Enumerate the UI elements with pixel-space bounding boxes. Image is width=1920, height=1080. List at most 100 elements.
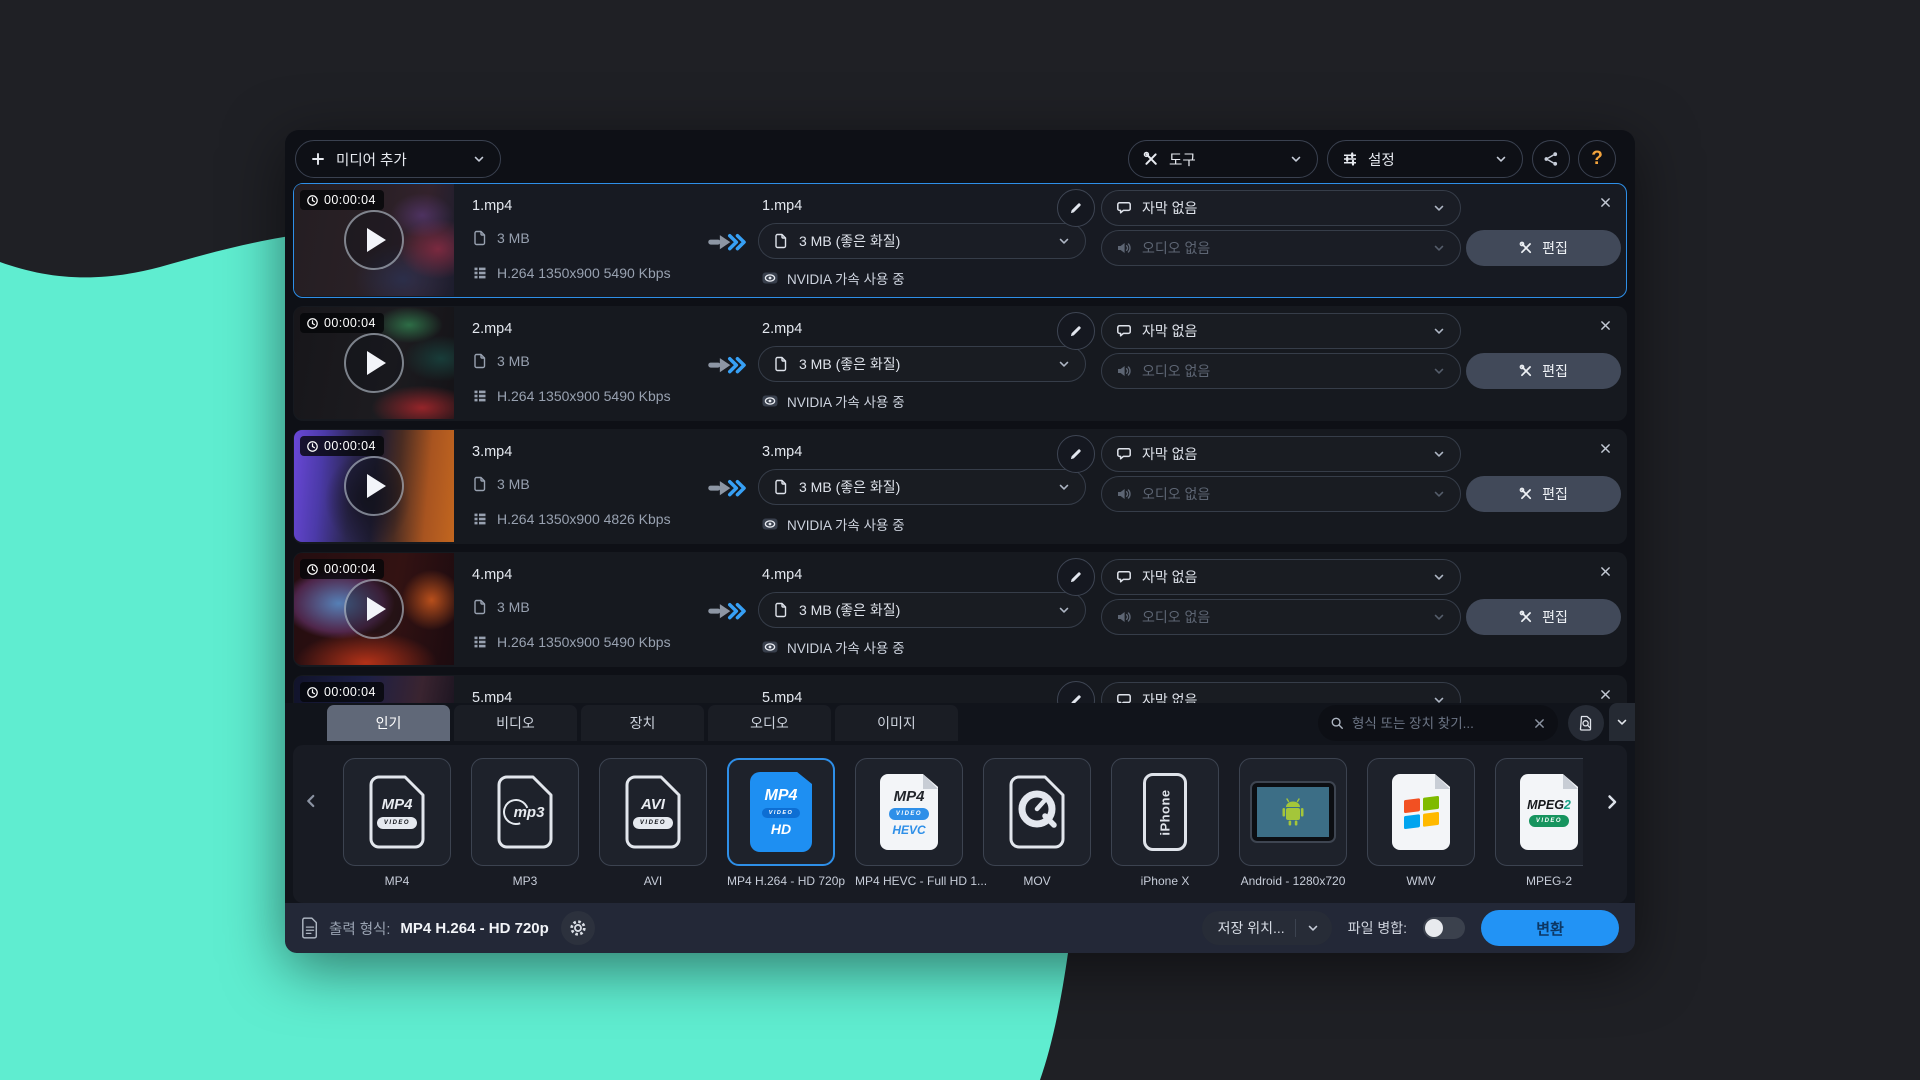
edit-button[interactable]: 편집 [1466,599,1621,635]
format-label: iPhone X [1111,874,1219,888]
rename-button[interactable] [1057,558,1095,596]
rename-button[interactable] [1057,435,1095,473]
pencil-icon [1069,201,1083,215]
file-icon [472,230,488,246]
close-row-button[interactable] [1596,439,1614,457]
format-card-mov[interactable]: MOV [983,758,1091,888]
close-row-button[interactable] [1596,193,1614,211]
audio-dropdown[interactable]: 오디오 없음 [1101,230,1461,266]
format-cards-viewport: MP4 VIDEO MP4 mp3 MP3 [329,745,1583,903]
format-label: MP4 HEVC - Full HD 1... [855,874,963,888]
subtitle-icon [1116,569,1132,585]
output-filename: 4.mp4 [762,567,802,583]
media-row[interactable]: 00:00:04 4.mp4 3 MB H.264 1350x900 5490 … [293,552,1627,667]
close-icon [1599,688,1612,701]
add-media-button[interactable]: 미디어 추가 [295,140,501,178]
chevron-down-icon [1494,152,1508,166]
play-button[interactable] [344,579,404,639]
format-card-android[interactable]: Android - 1280x720 [1239,758,1347,888]
play-button[interactable] [344,456,404,516]
close-row-button[interactable] [1596,685,1614,703]
format-card-avi[interactable]: AVI VIDEO AVI [599,758,707,888]
video-thumbnail[interactable]: 00:00:04 [294,676,454,703]
video-thumbnail[interactable]: 00:00:04 [294,553,454,665]
edit-button[interactable]: 편집 [1466,230,1621,266]
rename-button[interactable] [1057,681,1095,703]
format-icon-sub: VIDEO [889,808,929,820]
play-button[interactable] [344,333,404,393]
format-card-mpeg2[interactable]: MPEG2 VIDEO MPEG-2 [1495,758,1583,888]
gpu-acceleration-status: NVIDIA 가속 사용 중 [762,391,905,411]
chevron-down-icon [1057,234,1071,248]
video-thumbnail[interactable]: 00:00:04 [294,430,454,542]
source-filename: 5.mp4 [472,690,512,703]
output-settings-button[interactable] [561,911,595,945]
output-quality-dropdown[interactable]: 3 MB (좋은 화질) [758,223,1086,259]
scroll-left-button[interactable] [301,791,321,811]
tab-popular[interactable]: 인기 [327,705,450,741]
subtitle-dropdown[interactable]: 자막 없음 [1101,682,1461,703]
subtitle-dropdown[interactable]: 자막 없음 [1101,559,1461,595]
collapse-panel-button[interactable] [1609,703,1635,741]
format-preview-button[interactable] [1568,705,1604,741]
audio-dropdown[interactable]: 오디오 없음 [1101,476,1461,512]
edit-button[interactable]: 편집 [1466,476,1621,512]
help-button[interactable]: ? [1578,140,1616,178]
audio-dropdown[interactable]: 오디오 없음 [1101,599,1461,635]
play-button[interactable] [344,210,404,270]
clear-search-icon[interactable] [1533,717,1546,730]
format-card-mp4-hevc[interactable]: MP4 VIDEO HEVC MP4 HEVC - Full HD 1... [855,758,963,888]
format-strip: MP4 VIDEO MP4 mp3 MP3 [293,745,1627,903]
subtitle-dropdown[interactable]: 자막 없음 [1101,436,1461,472]
close-row-button[interactable] [1596,316,1614,334]
source-filename: 1.mp4 [472,198,512,214]
chevron-down-icon [1057,480,1071,494]
media-list: 00:00:04 1.mp4 3 MB H.264 1350x900 5490 … [293,183,1627,703]
tab-image[interactable]: 이미지 [835,705,958,741]
scroll-right-button[interactable] [1601,791,1623,813]
clock-icon [306,194,319,207]
media-row[interactable]: 00:00:04 3.mp4 3 MB H.264 1350x900 4826 … [293,429,1627,544]
settings-menu-button[interactable]: 설정 [1327,140,1523,178]
video-thumbnail[interactable]: 00:00:04 [294,184,454,296]
folded-corner [1563,774,1578,789]
share-button[interactable] [1532,140,1570,178]
media-row[interactable]: 00:00:04 1.mp4 3 MB H.264 1350x900 5490 … [293,183,1627,298]
duration-text: 00:00:04 [324,685,376,699]
output-quality-dropdown[interactable]: 3 MB (좋은 화질) [758,346,1086,382]
subtitle-dropdown[interactable]: 자막 없음 [1101,190,1461,226]
edit-button[interactable]: 편집 [1466,353,1621,389]
tools-menu-button[interactable]: 도구 [1128,140,1318,178]
file-icon [472,476,488,492]
share-icon [1543,151,1559,167]
speaker-icon [1116,240,1132,256]
rename-button[interactable] [1057,189,1095,227]
tab-audio[interactable]: 오디오 [708,705,831,741]
convert-button[interactable]: 변환 [1481,910,1619,946]
close-row-button[interactable] [1596,562,1614,580]
output-quality-dropdown[interactable]: 3 MB (좋은 화질) [758,469,1086,505]
chevron-down-icon [1289,152,1303,166]
format-card-iphone-x[interactable]: iPhone iPhone X [1111,758,1219,888]
output-quality-dropdown[interactable]: 3 MB (좋은 화질) [758,592,1086,628]
media-row[interactable]: 00:00:04 5.mp4 5.mp4 자막 없음 [293,675,1627,703]
format-card-mp3[interactable]: mp3 MP3 [471,758,579,888]
merge-files-toggle[interactable] [1423,917,1465,939]
save-location-button[interactable]: 저장 위치... [1202,911,1332,945]
chevron-down-icon [1432,201,1446,215]
media-row[interactable]: 00:00:04 2.mp4 3 MB H.264 1350x900 5490 … [293,306,1627,421]
tab-device[interactable]: 장치 [581,705,704,741]
android-robot-icon [1276,797,1310,827]
video-thumbnail[interactable]: 00:00:04 [294,307,454,419]
search-input[interactable] [1352,716,1525,731]
duration-text: 00:00:04 [324,193,376,207]
format-card-mp4-hd720[interactable]: MP4 VIDEO HD MP4 H.264 - HD 720p [727,758,835,888]
subtitle-dropdown[interactable]: 자막 없음 [1101,313,1461,349]
format-search[interactable] [1318,705,1558,741]
format-card-mp4[interactable]: MP4 VIDEO MP4 [343,758,451,888]
format-card-wmv[interactable]: WMV [1367,758,1475,888]
tab-video[interactable]: 비디오 [454,705,577,741]
rename-button[interactable] [1057,312,1095,350]
output-filename: 3.mp4 [762,444,802,460]
audio-dropdown[interactable]: 오디오 없음 [1101,353,1461,389]
